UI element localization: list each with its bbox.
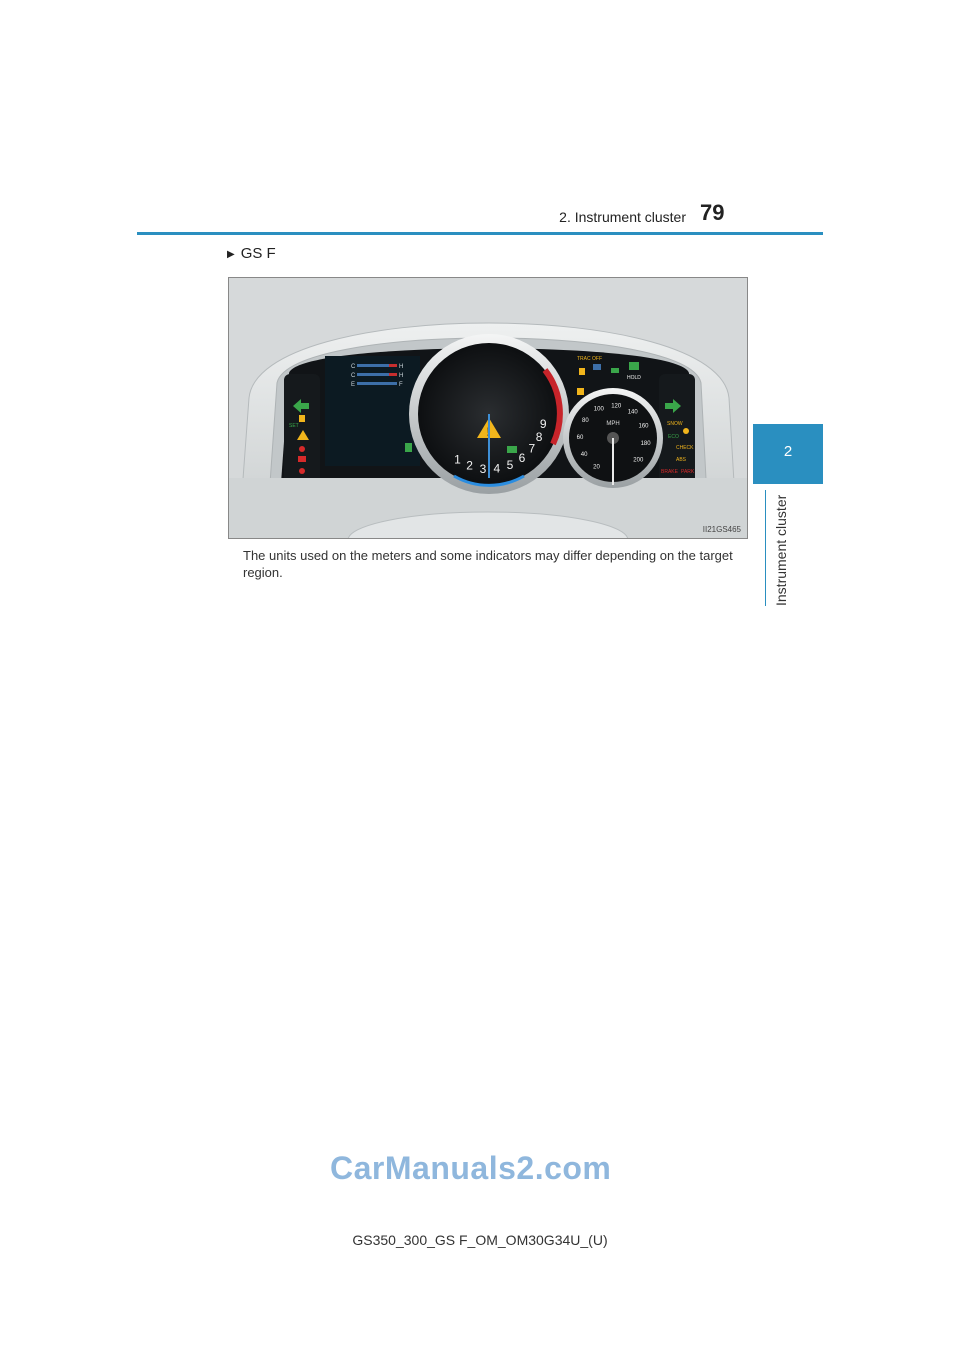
speedometer-label-200: 200 bbox=[633, 457, 644, 463]
speedometer-label-80: 80 bbox=[582, 418, 589, 424]
battery-indicator-icon bbox=[298, 456, 306, 462]
headlight-icon bbox=[611, 368, 619, 373]
seatbelt-warning-icon bbox=[299, 468, 305, 474]
right-indicator-panel bbox=[659, 374, 695, 484]
watermark: CarManuals2.com bbox=[330, 1150, 612, 1186]
tachometer-label-9: 9 bbox=[540, 417, 547, 431]
slip-indicator-icon bbox=[579, 368, 585, 375]
tire-pressure-icon bbox=[683, 428, 689, 434]
speedometer-label-120: 120 bbox=[611, 403, 622, 409]
header-section-title: 2. Instrument cluster bbox=[559, 209, 686, 225]
tachometer-label-1: 1 bbox=[454, 452, 461, 466]
abs-indicator: ABS bbox=[676, 457, 687, 463]
speedometer-label-180: 180 bbox=[641, 441, 652, 447]
tachometer-label-3: 3 bbox=[480, 462, 487, 476]
tachometer-label-2: 2 bbox=[466, 459, 473, 473]
tachometer-label-4: 4 bbox=[493, 462, 500, 476]
high-beam-icon bbox=[593, 364, 601, 370]
gauge-3-bar bbox=[357, 382, 397, 385]
gauge-1-right: H bbox=[399, 364, 403, 370]
footer-document-code: GS350_300_GS F_OM_OM30G34U_(U) bbox=[352, 1232, 608, 1248]
figure-caption: The units used on the meters and some in… bbox=[243, 548, 733, 580]
snow-indicator: SNOW bbox=[667, 421, 683, 427]
gauge-2-right: H bbox=[399, 373, 403, 379]
speedometer-label-140: 140 bbox=[628, 410, 639, 416]
instrument-cluster-figure: C H C H E F 123456789 ! 2040608010012014… bbox=[228, 277, 748, 539]
speedometer-label-20: 20 bbox=[593, 465, 600, 471]
hybrid-indicator bbox=[507, 446, 517, 453]
tachometer-label-7: 7 bbox=[529, 442, 536, 456]
chapter-divider bbox=[765, 490, 766, 606]
header-divider bbox=[137, 232, 823, 235]
section-heading: ▶ GS F bbox=[227, 245, 276, 262]
gauge-3-right: F bbox=[399, 382, 403, 388]
page-number: 79 bbox=[700, 200, 725, 225]
speedometer-label-40: 40 bbox=[581, 452, 588, 458]
eco-indicator: ECO bbox=[668, 434, 679, 440]
vsc-indicator-icon bbox=[577, 388, 584, 395]
gauge-2-red bbox=[389, 373, 397, 376]
tachometer-label-8: 8 bbox=[536, 430, 543, 444]
instrument-cluster-illustration: C H C H E F 123456789 ! 2040608010012014… bbox=[229, 278, 747, 538]
set-indicator: SET bbox=[289, 423, 299, 429]
section-heading-text: GS F bbox=[240, 245, 276, 262]
chapter-tab: 2 bbox=[753, 424, 823, 484]
gauge-3-left: E bbox=[351, 382, 355, 388]
check-indicator: CHECK bbox=[676, 445, 694, 451]
hold-indicator: HOLD bbox=[627, 375, 641, 381]
chapter-label: Instrument cluster bbox=[773, 494, 789, 606]
speedometer-label-60: 60 bbox=[577, 435, 584, 441]
gauge-2-left: C bbox=[351, 373, 356, 379]
tachometer-label-5: 5 bbox=[507, 458, 514, 472]
chapter-number: 2 bbox=[783, 443, 793, 460]
tachometer-label-6: 6 bbox=[519, 451, 526, 465]
fuel-indicator-icon bbox=[299, 415, 305, 422]
trac-off-indicator: TRAC OFF bbox=[577, 356, 602, 362]
figure-id-label: II21GS465 bbox=[703, 525, 742, 534]
auto-hold-icon bbox=[629, 362, 639, 370]
airbag-indicator-icon bbox=[299, 446, 305, 452]
speedometer-label-160: 160 bbox=[638, 424, 649, 430]
gauge-1-red bbox=[389, 364, 397, 367]
seatbelt-indicator-icon bbox=[405, 443, 412, 452]
park-indicator: PARK bbox=[681, 469, 695, 475]
speedometer-unit: MPH bbox=[606, 421, 619, 427]
gauge-1-left: C bbox=[351, 364, 356, 370]
triangle-marker-icon: ▶ bbox=[227, 249, 235, 260]
speedometer-label-100: 100 bbox=[594, 406, 605, 412]
left-indicator-panel bbox=[284, 374, 320, 484]
brake-indicator: BRAKE bbox=[661, 469, 679, 475]
